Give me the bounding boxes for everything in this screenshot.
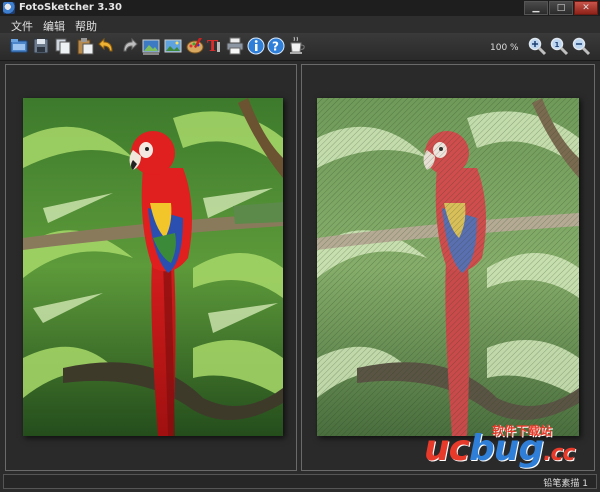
original-image-panel[interactable] [5,64,297,471]
original-parrot-photo [23,98,283,436]
app-icon [3,2,15,14]
redo-button[interactable] [119,36,139,56]
undo-icon [98,37,113,52]
open-folder-icon [10,39,28,53]
window-title: FotoSketcher 3.30 [19,2,123,13]
title-bar: FotoSketcher 3.30 ▁ □ ✕ [0,0,600,16]
palette-icon [186,38,204,54]
menu-help[interactable]: 帮助 [70,16,102,33]
status-field: 铅笔素描 1 [3,474,597,489]
palette-button[interactable] [185,36,205,56]
info-button[interactable] [246,36,266,56]
menu-edit[interactable]: 编辑 [38,16,70,33]
paste-icon [77,38,94,55]
close-button[interactable]: ✕ [574,1,598,15]
zoom-in-button[interactable] [527,36,547,56]
info-icon [247,37,265,55]
watermark-logo: ucbug.cc [424,428,576,469]
image-landscape-button[interactable] [163,36,183,56]
status-text: 铅笔素描 1 [543,479,588,489]
zoom-out-icon [572,37,591,56]
print-button[interactable] [225,36,245,56]
save-icon [33,38,49,54]
donate-button[interactable] [287,36,307,56]
maximize-button[interactable]: □ [549,1,573,15]
image-settings-button[interactable] [141,36,161,56]
image-settings-icon [142,39,160,55]
zoom-reset-icon: 1 [550,37,569,56]
coffee-cup-icon [290,36,305,54]
toolbar: T ? 100 % 1 [0,33,600,61]
sketch-result-panel[interactable] [301,64,595,471]
help-button[interactable]: ? [266,36,286,56]
menu-bar: 文件 编辑 帮助 [0,16,600,33]
svg-text:?: ? [272,40,279,54]
add-text-icon: T [207,37,220,55]
help-icon: ? [267,37,285,55]
open-button[interactable] [9,36,29,56]
zoom-level: 100 % [490,43,519,53]
svg-text:1: 1 [555,41,560,49]
site-watermark: 软件下载站 ucbug.cc [420,420,596,472]
copy-button[interactable] [53,36,73,56]
add-text-button[interactable]: T [205,36,225,56]
status-bar: 铅笔素描 1 [0,472,600,492]
redo-icon [123,37,138,52]
image-landscape-icon [164,39,182,53]
save-button[interactable] [31,36,51,56]
paste-button[interactable] [75,36,95,56]
sketch-parrot-photo [317,98,579,436]
copy-icon [55,38,71,55]
undo-button[interactable] [97,36,117,56]
window-controls: ▁ □ ✕ [524,1,598,15]
zoom-reset-button[interactable]: 1 [549,36,569,56]
menu-file[interactable]: 文件 [6,16,38,33]
zoom-out-button[interactable] [571,36,591,56]
minimize-button[interactable]: ▁ [524,1,548,15]
print-icon [226,37,244,55]
zoom-in-icon [528,37,547,56]
